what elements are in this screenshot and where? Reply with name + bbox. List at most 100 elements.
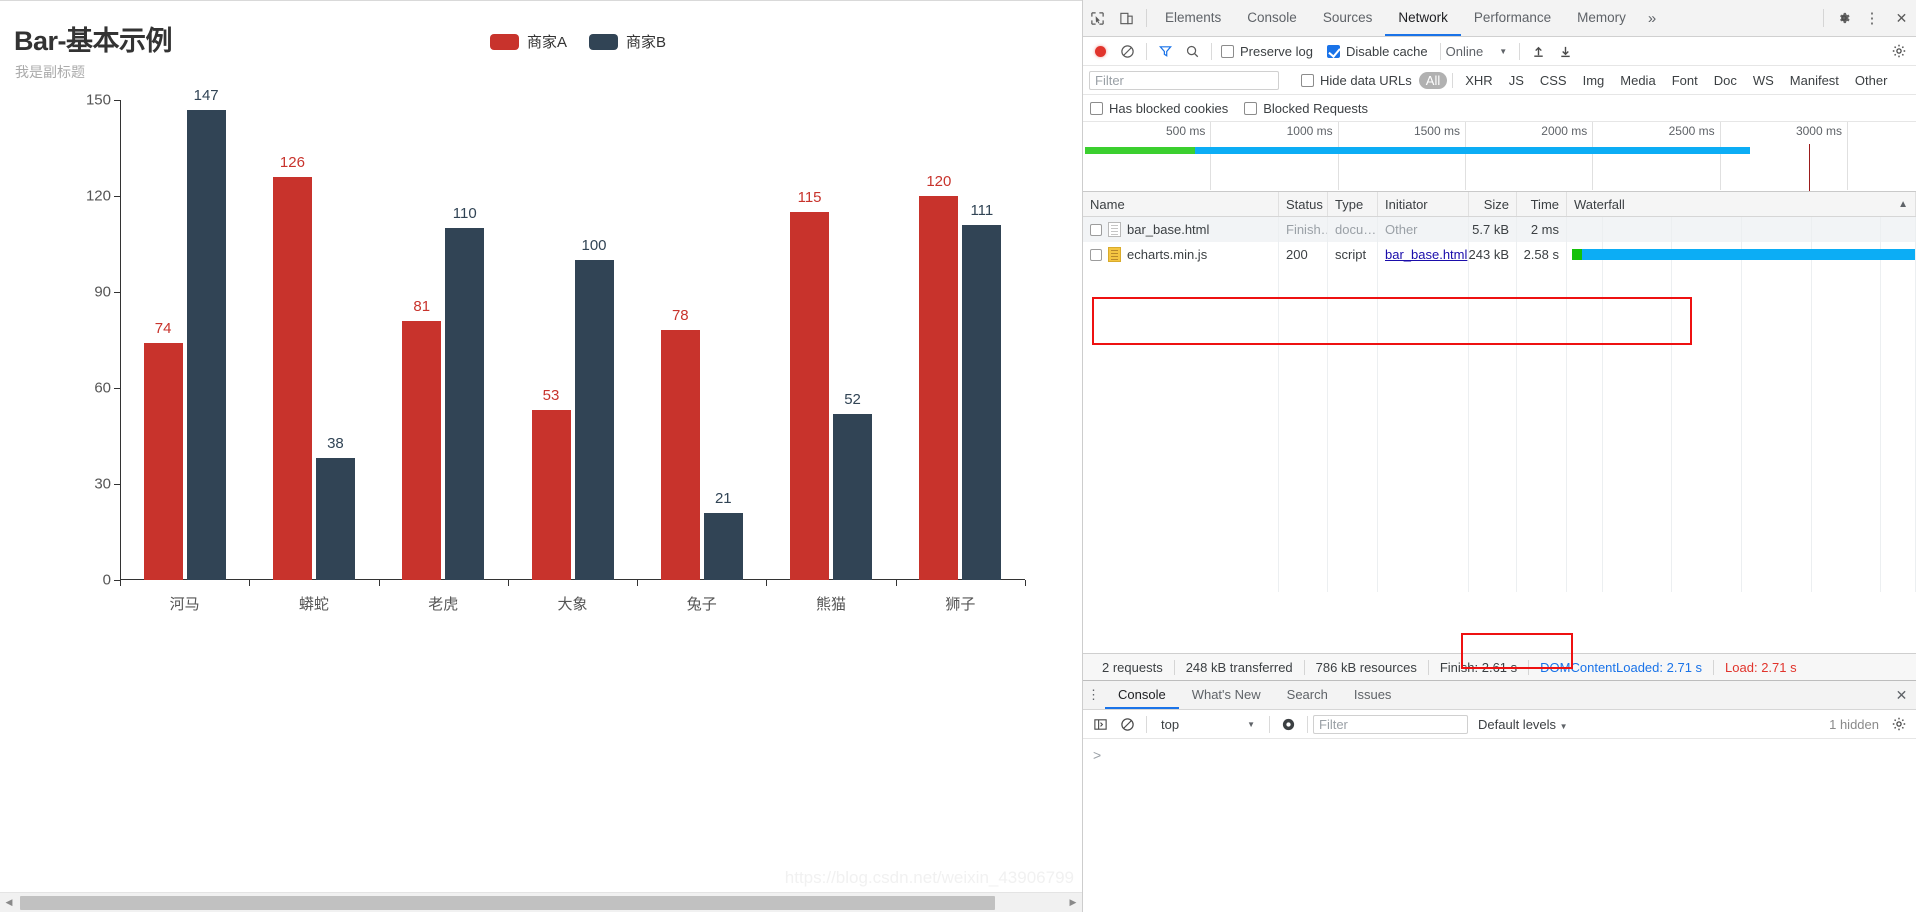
column-header-initiator[interactable]: Initiator [1378, 192, 1469, 216]
export-har-button[interactable] [1552, 38, 1579, 65]
cell-name[interactable]: echarts.min.js [1083, 242, 1279, 267]
table-row[interactable]: bar_base.html Finish…docu…Other5.7 kB2 ms [1083, 217, 1916, 242]
empty-waterfall-cell [1567, 567, 1916, 592]
live-expression-button[interactable] [1275, 711, 1302, 738]
empty-cell [1279, 367, 1328, 392]
gear-icon[interactable] [1829, 0, 1858, 36]
filter-type-js[interactable]: JS [1502, 72, 1531, 89]
tab-network[interactable]: Network [1385, 0, 1461, 36]
row-checkbox[interactable] [1090, 248, 1102, 261]
drawer-tab-what-s-new[interactable]: What's New [1179, 681, 1274, 709]
preserve-log-box[interactable] [1221, 44, 1234, 58]
filter-type-manifest[interactable]: Manifest [1783, 72, 1846, 89]
drawer-tab-console[interactable]: Console [1105, 681, 1179, 709]
bar-0-4[interactable]: 78 [660, 307, 700, 580]
hide-data-urls-box[interactable] [1301, 73, 1314, 87]
scrollbar-thumb[interactable] [20, 895, 995, 910]
bar-1-5[interactable]: 52 [833, 391, 873, 580]
tab-sources[interactable]: Sources [1310, 0, 1386, 36]
network-settings-gear-icon[interactable] [1885, 38, 1912, 65]
bar-0-5[interactable]: 115 [790, 189, 830, 580]
tab-elements[interactable]: Elements [1152, 0, 1234, 36]
disable-cache-checkbox[interactable]: Disable cache [1326, 44, 1428, 59]
console-filter-input[interactable]: Filter [1313, 714, 1468, 734]
bar-1-0[interactable]: 147 [186, 87, 226, 580]
clear-button[interactable] [1114, 38, 1141, 65]
drawer-tab-search[interactable]: Search [1274, 681, 1341, 709]
filter-type-ws[interactable]: WS [1746, 72, 1781, 89]
network-overview-timeline[interactable]: 500 ms 1000 ms 1500 ms 2000 ms 2500 ms 3000 m… [1083, 122, 1916, 192]
network-filter-input[interactable]: Filter [1089, 70, 1279, 90]
filter-type-other[interactable]: Other [1848, 72, 1895, 89]
filter-type-css[interactable]: CSS [1533, 72, 1574, 89]
column-header-time[interactable]: Time [1517, 192, 1567, 216]
tab-performance[interactable]: Performance [1461, 0, 1564, 36]
filter-type-xhr[interactable]: XHR [1458, 72, 1499, 89]
scroll-left-arrow-icon[interactable]: ◀ [0, 893, 18, 912]
bar-0-0[interactable]: 74 [143, 320, 183, 580]
blocked-requests-box[interactable] [1244, 101, 1258, 115]
waterfall-gridline [1671, 217, 1673, 242]
preserve-log-checkbox[interactable]: Preserve log [1221, 44, 1313, 59]
initiator-link[interactable]: bar_base.html [1385, 247, 1467, 262]
filter-type-doc[interactable]: Doc [1707, 72, 1744, 89]
filter-button[interactable] [1152, 38, 1179, 65]
drawer-close-icon[interactable]: ✕ [1888, 681, 1916, 709]
legend-item-series-1[interactable]: 商家B [589, 31, 666, 52]
column-header-status[interactable]: Status [1279, 192, 1328, 216]
column-header-size[interactable]: Size [1469, 192, 1517, 216]
page-horizontal-scrollbar[interactable]: ◀ ▶ [0, 892, 1082, 912]
bar-value-label: 78 [671, 307, 689, 325]
has-blocked-cookies-box[interactable] [1090, 101, 1103, 115]
filter-type-all[interactable]: All [1418, 71, 1448, 89]
console-sidebar-button[interactable] [1087, 711, 1114, 738]
bar-0-2[interactable]: 81 [402, 298, 442, 580]
has-blocked-cookies-checkbox[interactable]: Has blocked cookies [1090, 101, 1228, 116]
blocked-requests-checkbox[interactable]: Blocked Requests [1244, 101, 1368, 116]
bar-1-6[interactable]: 111 [962, 202, 1002, 580]
hide-data-urls-checkbox[interactable]: Hide data URLs [1301, 73, 1412, 88]
console-output-area[interactable]: > [1083, 739, 1916, 912]
filter-type-img[interactable]: Img [1576, 72, 1612, 89]
bar-1-1[interactable]: 38 [315, 435, 355, 580]
import-har-button[interactable] [1525, 38, 1552, 65]
disable-cache-box[interactable] [1326, 44, 1340, 58]
column-header-name[interactable]: Name [1083, 192, 1279, 216]
bar-1-2[interactable]: 110 [445, 205, 485, 580]
record-button[interactable] [1087, 38, 1114, 65]
console-levels-select[interactable]: Default levels ▼ [1468, 717, 1578, 732]
filter-type-media[interactable]: Media [1613, 72, 1662, 89]
legend-item-series-0[interactable]: 商家A [490, 31, 567, 52]
inspect-element-icon[interactable] [1083, 0, 1112, 36]
sort-ascending-icon[interactable]: ▲ [1898, 199, 1908, 210]
device-toolbar-icon[interactable] [1112, 0, 1141, 36]
bar-0-6[interactable]: 120 [919, 173, 959, 580]
bar-1-3[interactable]: 100 [574, 237, 614, 580]
row-checkbox[interactable] [1090, 223, 1102, 236]
tab-console[interactable]: Console [1234, 0, 1310, 36]
drawer-kebab-icon[interactable]: ⋮ [1083, 681, 1105, 709]
bar-1-4[interactable]: 21 [703, 490, 743, 580]
toolbar-divider-right [1823, 9, 1824, 27]
column-header-type[interactable]: Type [1328, 192, 1378, 216]
clear-console-button[interactable] [1114, 711, 1141, 738]
scroll-right-arrow-icon[interactable]: ▶ [1064, 893, 1082, 912]
bar-0-3[interactable]: 53 [531, 387, 571, 580]
drawer-tab-issues[interactable]: Issues [1341, 681, 1405, 709]
search-icon[interactable] [1179, 38, 1206, 65]
cell-initiator[interactable]: bar_base.html [1378, 242, 1469, 267]
bar-0-1[interactable]: 126 [272, 154, 312, 580]
table-row[interactable]: echarts.min.js 200 script bar_base.html 243 … [1083, 242, 1916, 267]
filter-type-font[interactable]: Font [1665, 72, 1705, 89]
column-header-waterfall[interactable]: Waterfall ▲ [1567, 192, 1916, 216]
console-context-select[interactable]: top ▼ [1152, 717, 1264, 732]
scrollbar-track[interactable] [18, 893, 1064, 912]
throttling-select[interactable]: Online ▼ [1446, 44, 1508, 59]
cell-name[interactable]: bar_base.html [1083, 217, 1279, 242]
tab-memory[interactable]: Memory [1564, 0, 1639, 36]
more-tabs-icon[interactable]: » [1639, 0, 1665, 36]
echarts-bar-chart[interactable]: Bar-基本示例 我是副标题 商家A 商家B 0 30 60 90 120 150 河马 蟒… [0, 5, 1028, 613]
kebab-menu-icon[interactable]: ⋮ [1858, 0, 1887, 36]
console-settings-gear-icon[interactable] [1885, 711, 1912, 738]
close-icon[interactable]: ✕ [1887, 0, 1916, 36]
